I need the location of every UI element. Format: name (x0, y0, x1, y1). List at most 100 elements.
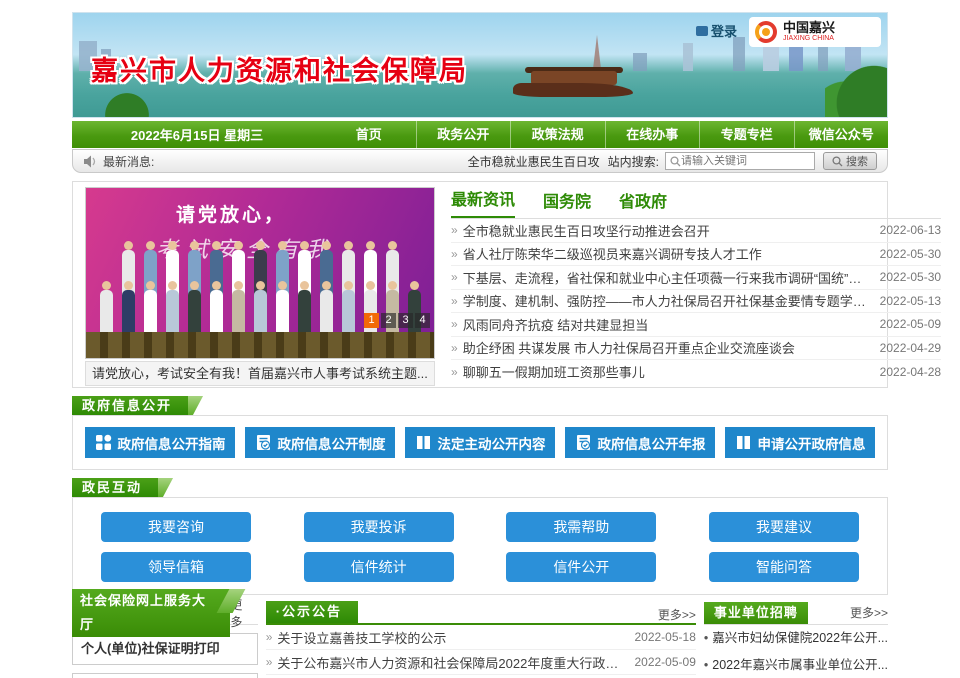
notices-column: ·公示公告 更多>> »关于设立嘉善技工学校的公示2022-05-18 »关于公… (266, 601, 696, 678)
site-title: 嘉兴市人力资源和社会保障局 (91, 49, 468, 88)
notice-row: »关于公布嘉兴市人力资源和社会保障局2022年度重大行政决策事...2022-0… (266, 650, 696, 675)
nav-item-gov-affairs[interactable]: 政务公开 (416, 121, 511, 148)
main-content: 请党放心， 考试安全有我 1 2 3 4 请党放心，考试安全有我！首届嘉兴市人事… (72, 181, 888, 388)
complaint-button[interactable]: 我要投诉 (304, 512, 454, 542)
slider-pager: 1 2 3 4 (364, 313, 430, 328)
double-arrow-icon: » (451, 341, 458, 355)
interaction-section-title: 政民互动 (72, 478, 158, 497)
gov-info-section-title: 政府信息公开 (72, 396, 188, 415)
need-help-button[interactable]: 我需帮助 (506, 512, 656, 542)
news-list: »全市稳就业惠民生百日攻坚行动推进会召开2022-06-13 »省人社厅陈荣华二… (451, 219, 941, 384)
bottom-columns: 社会保险网上服务大厅 更多 个人(单位)社保证明打印 办事指南 ·公示公告 更多… (72, 601, 888, 678)
speaker-icon (83, 155, 97, 168)
recruitment-more-link[interactable]: 更多>> (850, 604, 888, 621)
double-arrow-icon: » (451, 223, 458, 237)
doc-check-icon (255, 434, 272, 451)
carpet-decor (86, 332, 434, 358)
search-icon (670, 156, 681, 167)
nav-item-home[interactable]: 首页 (322, 121, 416, 148)
jiaxing-logo-icon (755, 21, 777, 43)
grid-icon (95, 434, 112, 451)
photo-banner-text-1: 请党放心， (176, 200, 286, 227)
annual-report-button[interactable]: 政府信息公开年报 (565, 427, 715, 458)
gov-info-section: 政府信息公开 政府信息公开指南 政府信息公开制度 (72, 396, 888, 470)
book-icon (735, 434, 752, 451)
banner: 嘉兴市人力资源和社会保障局 登录 中国嘉兴 JIAXING CHINA (72, 12, 888, 118)
search-box (665, 152, 815, 170)
tab-provincial-gov[interactable]: 省政府 (619, 188, 667, 218)
site-search-label: 站内搜索: (608, 153, 659, 170)
slider-caption[interactable]: 请党放心，考试安全有我！首届嘉兴市人事考试系统主题... (85, 361, 435, 386)
logo-title: 中国嘉兴 (783, 21, 835, 34)
ticker-scrolling-text[interactable]: 全市稳就业惠民生百日攻 (468, 153, 600, 170)
book-icon (415, 434, 432, 451)
request-disclosure-button[interactable]: 申请公开政府信息 (725, 427, 875, 458)
gov-info-system-button[interactable]: 政府信息公开制度 (245, 427, 395, 458)
leader-mailbox-button[interactable]: 领导信箱 (101, 552, 251, 582)
statutory-disclosure-button[interactable]: 法定主动公开内容 (405, 427, 555, 458)
news-ticker-bar: 最新消息: 全市稳就业惠民生百日攻 站内搜索: 搜索 (72, 149, 888, 173)
gov-info-guide-button[interactable]: 政府信息公开指南 (85, 427, 235, 458)
news-row: »省人社厅陈荣华二级巡视员来嘉兴调研专技人才工作2022-05-30 (451, 243, 941, 267)
double-arrow-icon: » (451, 317, 458, 331)
double-arrow-icon: » (451, 365, 458, 379)
recruitment-column: 事业单位招聘 更多>> 嘉兴市妇幼保健院2022年公开... 2022年嘉兴市属… (704, 601, 888, 678)
double-arrow-icon: » (266, 630, 273, 644)
nav-item-online-services[interactable]: 在线办事 (605, 121, 700, 148)
slider-photo[interactable]: 请党放心， 考试安全有我 1 2 3 4 (85, 187, 435, 359)
interaction-buttons: 我要咨询 我要投诉 我需帮助 我要建议 领导信箱 信件统计 信件公开 智能问答 (72, 497, 888, 595)
consult-button[interactable]: 我要咨询 (101, 512, 251, 542)
news-row: »聊聊五一假期加班工资那些事儿2022-04-28 (451, 360, 941, 384)
search-input[interactable] (681, 155, 805, 167)
notices-title: ·公示公告 (266, 601, 358, 623)
news-tabs: 最新资讯 国务院 省政府 (451, 187, 941, 219)
news-panel: 最新资讯 国务院 省政府 »全市稳就业惠民生百日攻坚行动推进会召开2022-06… (451, 187, 941, 381)
news-row: »风雨同舟齐抗疫 结对共建显担当2022-05-09 (451, 313, 941, 337)
smart-qa-button[interactable]: 智能问答 (709, 552, 859, 582)
notices-more-link[interactable]: 更多>> (658, 606, 696, 623)
main-nav: 2022年6月15日 星期三 首页 政务公开 政策法规 在线办事 专题专栏 微信… (72, 121, 888, 148)
recruitment-item[interactable]: 嘉兴市妇幼保健院2022年公开... (704, 625, 888, 652)
search-button[interactable]: 搜索 (823, 152, 877, 170)
news-row: »学制度、建机制、强防控——市人力社保局召开社保基金要情专题学习会2022-05… (451, 290, 941, 314)
pager-1[interactable]: 1 (364, 313, 379, 328)
news-row: »全市稳就业惠民生百日攻坚行动推进会召开2022-06-13 (451, 219, 941, 243)
interaction-section: 政民互动 我要咨询 我要投诉 我需帮助 我要建议 领导信箱 信件统计 信件公开 … (72, 478, 888, 595)
photo-slider: 请党放心， 考试安全有我 1 2 3 4 请党放心，考试安全有我！首届嘉兴市人事… (85, 187, 435, 381)
news-row: »助企纾困 共谋发展 市人力社保局召开重点企业交流座谈会2022-04-29 (451, 337, 941, 361)
pager-4[interactable]: 4 (415, 313, 430, 328)
login-icon (696, 26, 708, 36)
suggestion-button[interactable]: 我要建议 (709, 512, 859, 542)
news-row: »下基层、走流程，省社保和就业中心主任项薇一行来我市调研“国统”上线情况2022… (451, 266, 941, 290)
trees-decor (825, 57, 888, 118)
service-guide-link[interactable]: 办事指南 (72, 673, 258, 678)
nav-item-wechat[interactable]: 微信公众号 (794, 121, 889, 148)
nav-date: 2022年6月15日 星期三 (72, 125, 322, 144)
double-arrow-icon: » (266, 655, 273, 669)
double-arrow-icon: » (451, 247, 458, 261)
tab-state-council[interactable]: 国务院 (543, 188, 591, 218)
mail-statistics-button[interactable]: 信件统计 (304, 552, 454, 582)
notice-row: »关于设立嘉善技工学校的公示2022-05-18 (266, 625, 696, 650)
insurance-cert-print-link[interactable]: 个人(单位)社保证明打印 (72, 633, 258, 665)
pager-3[interactable]: 3 (398, 313, 413, 328)
page: 嘉兴市人力资源和社会保障局 登录 中国嘉兴 JIAXING CHINA 2022… (72, 0, 888, 678)
tab-latest-news[interactable]: 最新资讯 (451, 186, 515, 218)
nav-item-policies[interactable]: 政策法规 (510, 121, 605, 148)
red-boat-decor (513, 63, 633, 97)
social-insurance-column: 社会保险网上服务大厅 更多 个人(单位)社保证明打印 办事指南 (72, 601, 258, 678)
pager-2[interactable]: 2 (381, 313, 396, 328)
doc-check-icon (575, 434, 592, 451)
mail-disclosure-button[interactable]: 信件公开 (506, 552, 656, 582)
nav-item-special-topics[interactable]: 专题专栏 (699, 121, 794, 148)
recruitment-title: 事业单位招聘 (704, 602, 808, 624)
search-icon (832, 156, 843, 167)
double-arrow-icon: » (451, 294, 458, 308)
double-arrow-icon: » (451, 270, 458, 284)
logo-subtitle: JIAXING CHINA (783, 34, 835, 43)
social-insurance-title: 社会保险网上服务大厅 (72, 589, 230, 637)
login-link[interactable]: 登录 (696, 21, 737, 40)
gov-info-buttons: 政府信息公开指南 政府信息公开制度 法定主动公开内容 (72, 415, 888, 470)
recruitment-item[interactable]: 2022年嘉兴市属事业单位公开... (704, 652, 888, 678)
jiaxing-logo[interactable]: 中国嘉兴 JIAXING CHINA (749, 17, 881, 47)
